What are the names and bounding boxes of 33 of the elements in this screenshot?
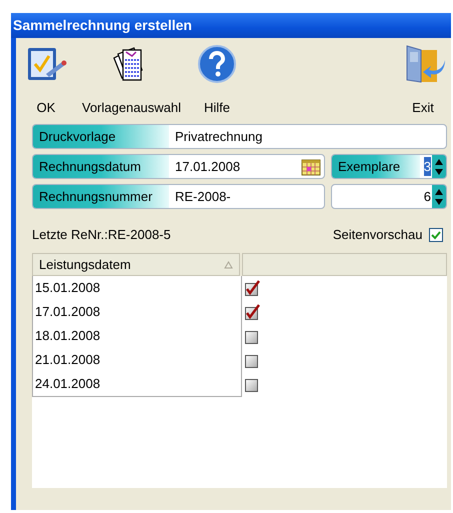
- row-checkbox[interactable]: [245, 376, 261, 392]
- table-cell-text: 24.01.2008: [34, 375, 102, 394]
- window-title: Sammelrechnung erstellen: [11, 13, 451, 38]
- copies-field[interactable]: Exemplare 3: [331, 154, 447, 179]
- date-field-value: 17.01.2008: [174, 158, 242, 176]
- row-checkbox[interactable]: [245, 304, 261, 320]
- number-field-value: RE-2008-: [174, 188, 232, 206]
- last-invoice-text: Letzte ReNr.:RE-2008-5: [32, 226, 171, 244]
- counter-field[interactable]: 6: [331, 184, 447, 209]
- row-checkbox[interactable]: [245, 280, 261, 296]
- table-cell-text: 21.01.2008: [34, 351, 102, 370]
- spinner-arrows-icon[interactable]: [432, 185, 446, 208]
- template-field-label: Druckvorlage: [33, 125, 169, 148]
- table-cell-text: 17.01.2008: [34, 303, 102, 322]
- ok-button[interactable]: OK: [24, 44, 68, 118]
- help-button[interactable]: Hilfe: [197, 44, 238, 118]
- row-checkbox[interactable]: [245, 328, 261, 344]
- template-field-value: Privatrechnung: [174, 128, 264, 146]
- row-checkbox[interactable]: [245, 352, 261, 368]
- sort-icon: [224, 260, 233, 268]
- spinner-arrows-icon[interactable]: [432, 155, 446, 178]
- copies-field-value: 3: [424, 156, 431, 176]
- exit-button[interactable]: Exit: [401, 44, 445, 118]
- copies-field-label: Exemplare: [332, 155, 420, 178]
- help-icon: [197, 44, 238, 84]
- template-field[interactable]: Druckvorlage Privatrechnung: [32, 124, 447, 149]
- check-icon: [431, 230, 441, 240]
- counter-field-value: 6: [424, 188, 431, 206]
- table-cell-text: 15.01.2008: [34, 279, 102, 298]
- page-preview-checkbox[interactable]: Seitenvorschau: [332, 225, 443, 245]
- table-cell-text: 18.01.2008: [34, 327, 102, 346]
- templates-button[interactable]: Vorlagenauswahl: [82, 44, 182, 118]
- column-header[interactable]: Leistungsdatem: [32, 253, 240, 276]
